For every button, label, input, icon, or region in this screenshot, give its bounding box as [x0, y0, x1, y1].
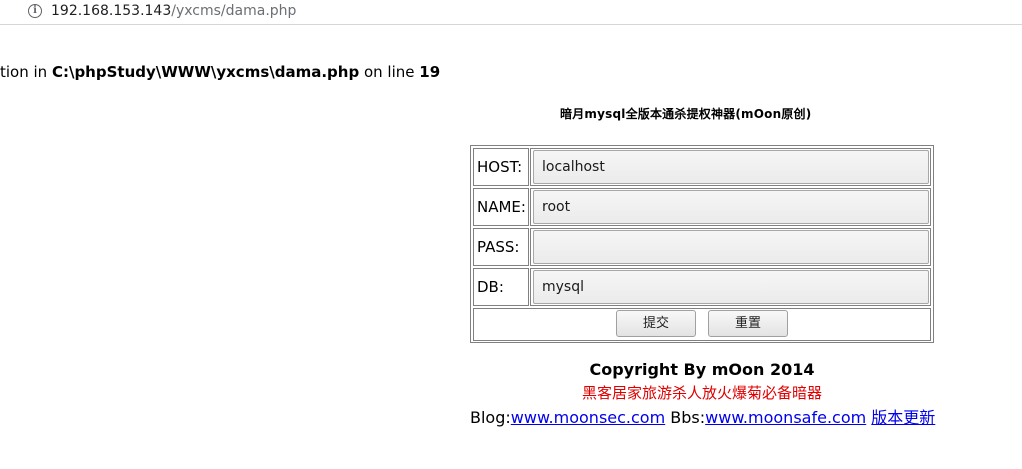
blog-link[interactable]: www.moonsec.com: [511, 408, 665, 427]
info-icon[interactable]: i: [28, 4, 42, 18]
bbs-label: Bbs:: [665, 408, 706, 427]
url-text[interactable]: 192.168.153.143/yxcms/dama.php: [51, 3, 296, 20]
update-link[interactable]: 版本更新: [871, 408, 935, 427]
button-row-cell: [473, 308, 931, 341]
name-label: NAME:: [477, 198, 526, 216]
url-path: /yxcms/dama.php: [171, 3, 297, 19]
db-label-cell: DB:: [473, 268, 529, 306]
url-host: 192.168.153.143: [51, 3, 172, 19]
name-label-cell: NAME:: [473, 188, 529, 226]
pass-label: PASS:: [477, 238, 520, 256]
bbs-link[interactable]: www.moonsafe.com: [705, 408, 866, 427]
blog-label: Blog:: [470, 408, 511, 427]
host-input[interactable]: localhost: [533, 150, 929, 184]
host-label-cell: HOST:: [473, 148, 529, 186]
php-warning: tion in C:\phpStudy\WWW\yxcms\dama.php o…: [0, 62, 440, 82]
pass-label-cell: PASS:: [473, 228, 529, 266]
reset-button[interactable]: 重置: [708, 310, 788, 337]
host-label: HOST:: [477, 158, 523, 176]
page-title: 暗月mysql全版本通杀提权神器(mOon原创): [560, 107, 812, 121]
footer-links: Blog:www.moonsec.com Bbs:www.moonsafe.co…: [470, 404, 935, 428]
name-input[interactable]: root: [533, 190, 929, 224]
address-bar[interactable]: i 192.168.153.143/yxcms/dama.php: [0, 0, 1022, 25]
pass-input[interactable]: [533, 230, 929, 264]
warning-file: C:\phpStudy\WWW\yxcms\dama.php: [51, 63, 360, 81]
warning-middle: on line: [359, 63, 420, 81]
warning-prefix: tion in: [0, 63, 52, 81]
warning-line: 19: [419, 63, 441, 81]
slogan-text: 黑客居家旅游杀人放火爆菊必备暗器: [581, 384, 822, 402]
db-label: DB:: [477, 278, 504, 296]
copyright-text: Copyright By mOon 2014: [589, 360, 815, 379]
db-input[interactable]: mysql: [533, 270, 929, 304]
submit-button[interactable]: 提交: [616, 310, 696, 337]
